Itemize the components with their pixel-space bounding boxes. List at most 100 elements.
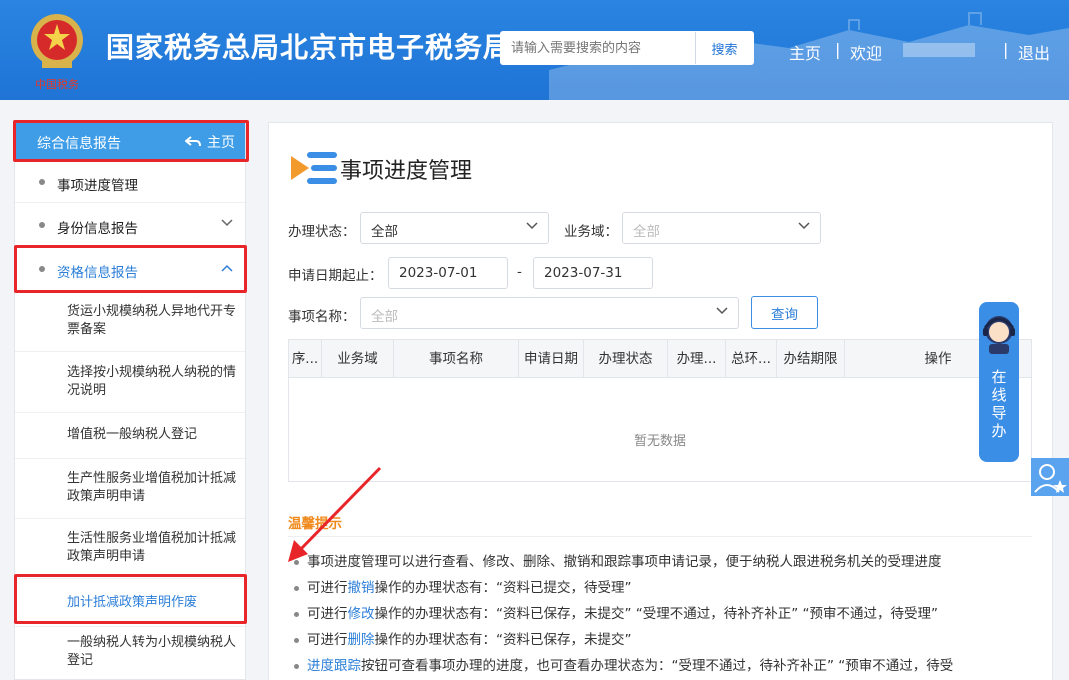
sub-item-freight[interactable]: 货运小规模纳税人异地代开专票备案 bbox=[15, 291, 245, 352]
bullet-icon bbox=[294, 637, 299, 643]
sidebar-item-label: 资格信息报告 bbox=[57, 265, 138, 281]
domain-label: 业务域： bbox=[564, 224, 618, 240]
sub-item-void-declaration[interactable]: 加计抵减政策声明作废 bbox=[15, 579, 245, 627]
tip-line: 可进行删除操作的办理状态有：“资料已保存，未提交” bbox=[294, 628, 632, 648]
chevron-up-icon bbox=[221, 264, 233, 272]
nav-home-link[interactable]: 主页 bbox=[789, 40, 821, 64]
tip-line: 进度跟踪按钮可查看事项办理的进度，也可查看办理状态为：“受理不通过，待补齐补正”… bbox=[294, 654, 953, 674]
search-box: 搜索 bbox=[500, 31, 754, 65]
nav-separator: | bbox=[1003, 40, 1009, 59]
sidebar-header[interactable]: 综合信息报告 主页 bbox=[15, 121, 245, 161]
main-panel: 事项进度管理 办理状态： 全部 业务域： 全部 申请日期起止： 2023-07-… bbox=[268, 122, 1053, 680]
chevron-down-icon bbox=[221, 219, 233, 227]
top-header: 中国税务 国家税务总局北京市电子税务局 搜索 主页 | 欢迎 | 退出 bbox=[0, 0, 1069, 100]
sidebar: 综合信息报告 主页 事项进度管理 身份信息报告 资格信息报告 货运小规模纳税人异… bbox=[14, 120, 246, 680]
sidebar-item-label: 身份信息报告 bbox=[57, 221, 138, 237]
sidebar-item-label: 事项进度管理 bbox=[57, 178, 138, 194]
sub-item-small-scale[interactable]: 选择按小规模纳税人纳税的情况说明 bbox=[15, 352, 245, 413]
empty-state: 暂无数据 bbox=[633, 434, 686, 449]
sub-item-label: 选择按小规模纳税人纳税的情况说明 bbox=[67, 365, 237, 398]
table-header: 序... 业务域 事项名称 申请日期 办理状态 办理... 总环... 办结期限… bbox=[289, 340, 1031, 378]
end-date-value: 2023-07-31 bbox=[544, 265, 623, 281]
column-header[interactable]: 申请日期 bbox=[519, 340, 584, 378]
tip-text: 可进行 bbox=[307, 632, 348, 648]
tip-link-track[interactable]: 进度跟踪 bbox=[307, 658, 361, 674]
column-header[interactable]: 办理... bbox=[668, 340, 726, 378]
query-button[interactable]: 查询 bbox=[751, 296, 818, 329]
tip-link-modify[interactable]: 修改 bbox=[348, 606, 375, 622]
tip-text: 按钮可查看事项办理的进度，也可查看办理状态为：“受理不通过，待补齐补正” “预审… bbox=[361, 658, 954, 674]
sidebar-header-title: 综合信息报告 bbox=[37, 136, 121, 152]
username-redacted bbox=[903, 43, 975, 57]
column-header[interactable]: 办理状态 bbox=[584, 340, 668, 378]
return-arrow-icon bbox=[185, 136, 201, 147]
tip-text: 可进行 bbox=[307, 580, 348, 596]
tip-link-delete[interactable]: 删除 bbox=[348, 632, 375, 648]
bullet-icon bbox=[39, 266, 45, 272]
tip-text: 操作的办理状态有：“资料已保存，未提交” bbox=[374, 632, 632, 648]
online-guide-text: 在线导办 bbox=[991, 368, 1007, 440]
tip-link-revoke[interactable]: 撤销 bbox=[348, 580, 375, 596]
chevron-down-icon bbox=[716, 307, 728, 315]
status-label: 办理状态： bbox=[288, 224, 356, 240]
status-select-value: 全部 bbox=[371, 224, 398, 240]
tip-text: 事项进度管理可以进行查看、修改、删除、撤销和跟踪事项申请记录，便于纳税人跟进税务… bbox=[307, 554, 942, 570]
user-favorite-button[interactable] bbox=[1031, 458, 1069, 496]
tip-line: 事项进度管理可以进行查看、修改、删除、撤销和跟踪事项申请记录，便于纳税人跟进税务… bbox=[294, 550, 942, 570]
domain-select-value: 全部 bbox=[633, 224, 660, 240]
bullet-icon bbox=[294, 663, 299, 669]
tip-text: 操作的办理状态有：“资料已提交，待受理” bbox=[374, 580, 632, 596]
tax-emblem-logo: 中国税务 bbox=[31, 14, 83, 91]
tip-line: 可进行撤销操作的办理状态有：“资料已提交，待受理” bbox=[294, 576, 632, 596]
search-input[interactable] bbox=[501, 32, 696, 64]
sub-item-label: 生活性服务业增值税加计抵减政策声明申请 bbox=[67, 531, 237, 564]
start-date-input[interactable]: 2023-07-01 bbox=[388, 257, 508, 289]
sub-item-label: 货运小规模纳税人异地代开专票备案 bbox=[67, 304, 237, 337]
column-header[interactable]: 总环... bbox=[726, 340, 777, 378]
search-button[interactable]: 搜索 bbox=[695, 32, 753, 64]
sidebar-home-link[interactable]: 主页 bbox=[185, 132, 235, 152]
nav-separator: | bbox=[835, 40, 841, 59]
column-header[interactable]: 序... bbox=[289, 340, 322, 378]
item-name-value: 全部 bbox=[371, 309, 398, 325]
support-agent-icon bbox=[983, 316, 1015, 354]
date-separator: - bbox=[517, 264, 522, 280]
sidebar-item-qualification[interactable]: 资格信息报告 bbox=[15, 247, 245, 291]
progress-list-icon bbox=[291, 152, 337, 184]
status-select[interactable]: 全部 bbox=[360, 212, 549, 244]
sub-item-label: 一般纳税人转为小规模纳税人登记 bbox=[67, 635, 237, 668]
sub-item-label: 加计抵减政策声明作废 bbox=[67, 595, 198, 610]
sub-item-living-service[interactable]: 生活性服务业增值税加计抵减政策声明申请 bbox=[15, 519, 245, 579]
bullet-icon bbox=[39, 179, 45, 185]
bullet-icon bbox=[294, 611, 299, 617]
sub-item-productive-service[interactable]: 生产性服务业增值税加计抵减政策声明申请 bbox=[15, 459, 245, 519]
column-header[interactable]: 事项名称 bbox=[394, 340, 519, 378]
column-header[interactable]: 办结期限 bbox=[777, 340, 845, 378]
page-title: 事项进度管理 bbox=[340, 159, 473, 184]
online-guide-label: 在线导办 bbox=[979, 368, 1019, 440]
end-date-input[interactable]: 2023-07-31 bbox=[533, 257, 653, 289]
sub-item-label: 生产性服务业增值税加计抵减政策声明申请 bbox=[67, 471, 237, 504]
date-label: 申请日期起止： bbox=[288, 268, 383, 284]
sub-item-vat-general[interactable]: 增值税一般纳税人登记 bbox=[15, 413, 245, 459]
item-name-label: 事项名称： bbox=[288, 309, 356, 325]
column-header[interactable]: 业务域 bbox=[322, 340, 394, 378]
item-name-select[interactable]: 全部 bbox=[360, 297, 739, 329]
emblem-caption: 中国税务 bbox=[35, 77, 79, 91]
divider bbox=[288, 536, 1032, 537]
sidebar-item-identity[interactable]: 身份信息报告 bbox=[15, 203, 245, 247]
domain-select[interactable]: 全部 bbox=[622, 212, 821, 244]
sub-item-convert-small[interactable]: 一般纳税人转为小规模纳税人登记 bbox=[15, 627, 245, 679]
sidebar-item-progress[interactable]: 事项进度管理 bbox=[15, 161, 245, 203]
online-guide-button[interactable]: 在线导办 bbox=[979, 302, 1019, 462]
chevron-down-icon bbox=[798, 222, 810, 230]
user-star-icon bbox=[1034, 464, 1067, 493]
tip-line: 可进行修改操作的办理状态有：“资料已保存，未提交” “受理不通过，待补齐补正” … bbox=[294, 602, 938, 622]
chevron-down-icon bbox=[526, 222, 538, 230]
tip-text: 操作的办理状态有：“资料已保存，未提交” “受理不通过，待补齐补正” “预审不通… bbox=[374, 606, 939, 622]
site-title: 国家税务总局北京市电子税务局 bbox=[106, 31, 513, 64]
sub-item-label: 增值税一般纳税人登记 bbox=[67, 427, 198, 442]
tip-text: 可进行 bbox=[307, 606, 348, 622]
nav-welcome-text: 欢迎 bbox=[850, 44, 883, 63]
logout-link[interactable]: 退出 bbox=[1018, 40, 1050, 64]
